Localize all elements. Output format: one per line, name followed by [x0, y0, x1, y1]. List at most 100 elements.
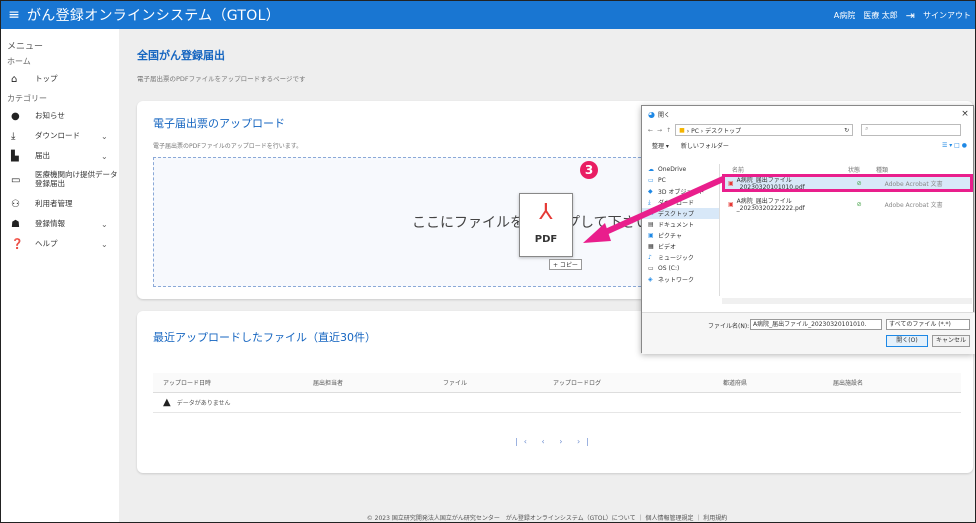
footer: © 2023 国立研究開発法人国立がん研究センター がん登録オンラインシステム（… [366, 515, 728, 522]
page-title: 全国がん登録届出 [137, 49, 225, 62]
dialog-titlebar: ◕ 開く × [642, 106, 973, 122]
user-settings-icon: ☗ [11, 218, 20, 230]
back-icon[interactable]: ← [648, 127, 653, 134]
recent-uploads-heading: 最近アップロードしたファイル（直近30件） [153, 331, 376, 344]
empty-message: データがありません [176, 400, 231, 407]
address-path: › PC › デスクトップ [686, 127, 742, 135]
sidebar: メニュー ホーム ⌂ トップ カテゴリー ● お知らせ ⤓ ダウンロード ⌄ ▙… [1, 29, 119, 522]
selection-highlight [722, 174, 973, 192]
col-name[interactable]: 名前 [724, 165, 848, 174]
info-icon: ● [11, 110, 20, 122]
col-prefecture[interactable]: 都道府県 [723, 378, 833, 387]
sidebar-item-news[interactable]: ● お知らせ [1, 106, 119, 126]
close-icon[interactable]: × [957, 109, 973, 119]
cancel-button[interactable]: キャンセル [932, 335, 970, 347]
signout-icon[interactable]: ⇥ [906, 9, 915, 22]
warning-icon: ▲ [163, 397, 171, 408]
open-button[interactable]: 開く(O) [886, 335, 928, 347]
signout-button[interactable]: サインアウト [923, 10, 971, 21]
sidebar-item-registration[interactable]: ☗ 登録情報 ⌄ [1, 214, 119, 234]
filename-label: ファイル名(N): [708, 323, 750, 330]
new-folder-button[interactable]: 新しいフォルダー [681, 141, 729, 150]
sidebar-category-home: ホーム [7, 57, 31, 66]
forward-icon[interactable]: → [657, 127, 662, 134]
refresh-icon[interactable]: ↻ [844, 127, 852, 134]
sidebar-item-label: 登録情報 [35, 218, 65, 228]
sidebar-item-download[interactable]: ⤓ ダウンロード ⌄ [1, 126, 119, 146]
prev-page-button[interactable]: ‹ [542, 437, 551, 446]
sidebar-category: カテゴリー [7, 94, 47, 103]
drive-icon: ▭ [648, 265, 654, 272]
pagination: |‹ ‹ › ›| [137, 437, 973, 446]
monitor-icon: ▭ [11, 174, 21, 186]
col-file[interactable]: ファイル [443, 378, 553, 387]
sidebar-item-top[interactable]: ⌂ トップ [1, 69, 119, 89]
app-root: ≡ がん登録オンラインシステム（GTOL） A病院 医療 太郎 ⇥ サインアウト… [0, 0, 976, 523]
drag-arrow-icon [583, 176, 725, 243]
sidebar-item-provision[interactable]: ▭ 医療機関向け提供データ登録届出 [1, 166, 119, 194]
file-type: Adobe Acrobat 文書 [884, 201, 943, 209]
col-upload-log[interactable]: アップロードログ [553, 378, 723, 387]
user-name[interactable]: 医療 太郎 [863, 10, 898, 21]
sidebar-item-label: ダウンロード [35, 130, 80, 140]
nav-item-network[interactable]: ◈ ネットワーク [642, 274, 719, 285]
col-type[interactable]: 種類 [876, 165, 888, 174]
home-icon: ⌂ [11, 73, 18, 85]
page-subtitle: 電子届出票のPDFファイルをアップロードするページです [137, 75, 306, 83]
chevron-down-icon: ⌄ [101, 151, 108, 161]
file-row[interactable]: ▣ A病院_届出ファイル_20230320222222.pdf ⊘ Adobe … [724, 198, 972, 212]
filename-input[interactable]: A病院_届出ファイル_20230320101010. [750, 319, 882, 330]
dialog-footer: ファイル名(N): A病院_届出ファイル_20230320101010. すべて… [642, 312, 975, 354]
sidebar-item-report[interactable]: ▙ 届出 ⌄ [1, 146, 119, 166]
sidebar-item-help[interactable]: ❓ ヘルプ ⌄ [1, 234, 119, 254]
col-status[interactable]: 状態 [848, 165, 876, 174]
recent-uploads-table: アップロード日時 届出担当者 ファイル アップロードログ 都道府県 届出施設名 … [153, 373, 961, 413]
table-header: アップロード日時 届出担当者 ファイル アップロードログ 都道府県 届出施設名 [153, 373, 961, 393]
hospital-name: A病院 [833, 10, 856, 20]
up-icon[interactable]: ↑ [666, 127, 671, 134]
network-icon: ◈ [648, 276, 653, 283]
browser-icon: ◕ [648, 109, 655, 119]
dragged-pdf-icon[interactable]: ⅄ PDF [519, 193, 573, 257]
search-input[interactable]: ⌕ [861, 124, 962, 136]
document-icon: ▙ [11, 150, 19, 162]
sidebar-item-label: お知らせ [35, 110, 65, 120]
nav-label: ミュージック [658, 255, 694, 262]
sync-status-icon: ⊘ [856, 200, 862, 208]
col-reporter[interactable]: 届出担当者 [313, 378, 443, 387]
chevron-down-icon: ⌄ [101, 131, 108, 141]
last-page-button[interactable]: ›| [577, 437, 595, 446]
nav-label: ネットワーク [658, 277, 695, 284]
folder-icon: ■ [679, 126, 685, 134]
sidebar-item-label: 届出 [35, 150, 50, 160]
help-icon: ❓ [11, 238, 24, 250]
organize-button[interactable]: 整理 ▾ [652, 141, 669, 150]
nav-item-drive-c[interactable]: ▭ OS (C:) [642, 263, 719, 274]
col-facility[interactable]: 届出施設名 [833, 378, 933, 387]
nav-label: OS (C:) [658, 265, 680, 272]
sidebar-item-users[interactable]: ⚇ 利用者管理 [1, 194, 119, 214]
nav-item-music[interactable]: ♪ ミュージック [642, 252, 719, 263]
acrobat-icon: ⅄ [539, 200, 553, 225]
sidebar-item-label: トップ [35, 73, 58, 83]
hamburger-icon[interactable]: ≡ [1, 7, 27, 23]
help-icon[interactable]: ☰ ▾ □ ● [942, 142, 973, 149]
address-bar[interactable]: ■ › PC › デスクトップ ↻ [675, 124, 854, 136]
chevron-down-icon: ⌄ [101, 239, 108, 249]
file-name: A病院_届出ファイル_20230320222222.pdf [736, 198, 805, 212]
upload-description: 電子届出票のPDFファイルのアップロードを行います。 [153, 143, 303, 150]
users-icon: ⚇ [11, 198, 20, 210]
chevron-down-icon: ⌄ [101, 219, 108, 229]
app-title: がん登録オンラインシステム（GTOL） [27, 8, 280, 24]
col-upload-datetime[interactable]: アップロード日時 [153, 378, 313, 387]
next-page-button[interactable]: › [559, 437, 568, 446]
sidebar-item-label: ヘルプ [35, 238, 58, 248]
filetype-select[interactable]: すべてのファイル (*.*) [886, 319, 970, 330]
header-right: A病院 医療 太郎 ⇥ サインアウト [834, 9, 975, 22]
dialog-toolbar: 整理 ▾ 新しいフォルダー ☰ ▾ □ ● [642, 138, 973, 152]
copy-badge: + コピー [549, 259, 582, 270]
horizontal-scrollbar[interactable] [722, 298, 972, 304]
music-icon: ♪ [648, 254, 652, 261]
first-page-button[interactable]: |‹ [515, 437, 533, 446]
download-icon: ⤓ [11, 130, 16, 142]
